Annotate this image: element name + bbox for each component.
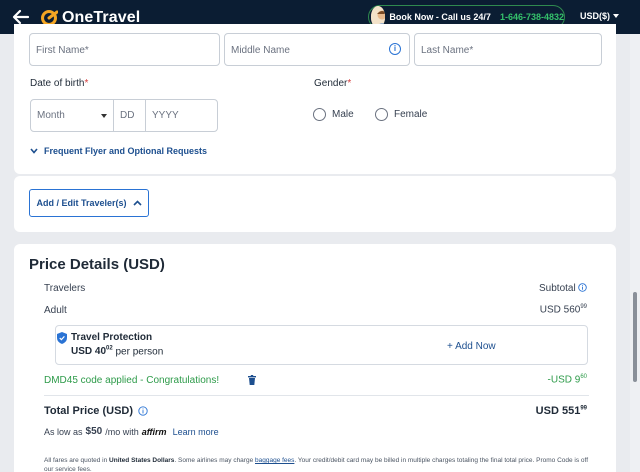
scrollbar-thumb[interactable] xyxy=(633,292,637,382)
book-now-text: Book Now - Call us 24/7 xyxy=(389,12,491,22)
adult-price: USD 56099 xyxy=(539,304,587,316)
dob-year-input[interactable]: YYYY xyxy=(146,100,217,131)
dob-label: Date of birth* xyxy=(30,78,89,89)
info-icon[interactable] xyxy=(138,406,148,416)
travel-protection-price: USD 4002 per person xyxy=(71,346,164,358)
promo-applied-message: DMD45 code applied - Congratulations! xyxy=(44,375,220,386)
first-name-placeholder: First Name* xyxy=(36,45,89,56)
trash-icon[interactable] xyxy=(248,375,256,385)
middle-name-info-icon[interactable]: i xyxy=(389,43,401,55)
currency-label: USD($) xyxy=(580,11,611,21)
dob-month-select[interactable]: Month xyxy=(31,100,114,131)
last-name-input[interactable]: Last Name* xyxy=(414,33,602,66)
gender-radio-male[interactable]: Male xyxy=(313,108,354,121)
support-phone-number[interactable]: 1-646-738-4832 xyxy=(500,12,564,22)
travel-protection-title: Travel Protection xyxy=(71,332,153,343)
subtotal-header: Subtotal xyxy=(539,283,588,294)
radio-circle-icon xyxy=(313,108,326,121)
price-details-title: Price Details (USD) xyxy=(29,256,165,273)
currency-selector[interactable]: USD($) xyxy=(580,11,620,21)
fare-disclaimer: All fares are quoted in United States Do… xyxy=(44,457,589,472)
travelers-label: Travelers xyxy=(44,283,86,294)
middle-name-placeholder: Middle Name xyxy=(231,45,290,56)
affirm-learn-more-link[interactable]: Learn more xyxy=(173,427,219,437)
chevron-up-icon xyxy=(132,200,142,206)
chevron-down-icon xyxy=(101,114,107,118)
affirm-financing-line: As low as $50/mo with affirm Learn more xyxy=(44,426,219,437)
middle-name-input[interactable]: Middle Name i xyxy=(224,33,410,66)
total-price-label: Total Price (USD) xyxy=(44,405,148,417)
add-edit-travelers-button[interactable]: Add / Edit Traveler(s) xyxy=(29,189,149,217)
radio-circle-icon xyxy=(375,108,388,121)
scrollbar-track[interactable] xyxy=(630,34,640,472)
last-name-placeholder: Last Name* xyxy=(421,45,474,56)
travel-protection-box xyxy=(55,325,588,365)
divider xyxy=(44,395,589,396)
chevron-down-icon xyxy=(613,14,620,18)
shield-check-icon xyxy=(57,332,67,344)
chevron-down-icon xyxy=(30,148,38,154)
add-travel-protection-button[interactable]: + Add Now xyxy=(447,341,496,352)
baggage-fees-link[interactable]: baggage fees xyxy=(255,457,294,464)
info-icon[interactable] xyxy=(578,283,588,292)
gender-label: Gender* xyxy=(314,78,352,89)
first-name-input[interactable]: First Name* xyxy=(29,33,220,66)
dob-day-input[interactable]: DD xyxy=(114,100,146,131)
dob-input-group: Month DD YYYY xyxy=(30,99,218,132)
gender-radio-female[interactable]: Female xyxy=(375,108,427,121)
affirm-logo: affirm xyxy=(141,426,167,437)
frequent-flyer-toggle[interactable]: Frequent Flyer and Optional Requests xyxy=(30,146,207,156)
promo-discount-amount: -USD 960 xyxy=(547,374,587,386)
total-price-value: USD 55199 xyxy=(535,405,587,417)
adult-label: Adult xyxy=(44,305,67,316)
